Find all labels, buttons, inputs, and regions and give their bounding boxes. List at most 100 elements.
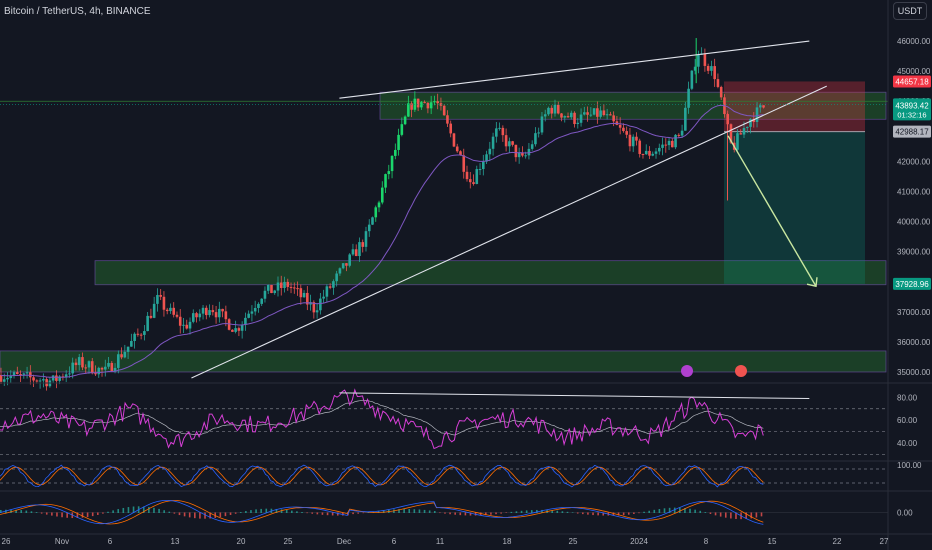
macd-histogram-bar <box>561 511 564 513</box>
candle-body <box>188 321 192 329</box>
candle-body <box>224 311 228 320</box>
macd-histogram-bar <box>704 512 707 513</box>
candle-body <box>589 114 593 116</box>
macd-histogram-bar <box>260 508 262 513</box>
time-tick-label: 18 <box>503 537 512 546</box>
macd-histogram-bar <box>56 512 58 517</box>
candle-body <box>172 307 176 315</box>
macd-histogram-bar <box>679 507 681 513</box>
candle-body <box>182 324 185 326</box>
macd-histogram-bar <box>510 511 513 513</box>
candle-body <box>289 286 293 288</box>
macd-histogram-bar <box>403 509 405 513</box>
candle-body <box>384 174 387 188</box>
candle-body <box>374 207 378 218</box>
macd-histogram-bar <box>423 509 426 513</box>
candle-body <box>407 103 410 117</box>
macd-histogram-bar <box>316 512 319 515</box>
candle-body <box>667 140 671 146</box>
macd-histogram-bar <box>418 509 421 513</box>
candle-body <box>423 102 426 104</box>
candle-body <box>495 128 498 137</box>
macd-histogram-bar <box>194 512 196 519</box>
candle-body <box>42 379 45 381</box>
candle-body <box>191 313 195 322</box>
candle-body <box>465 171 469 180</box>
price-chart[interactable]: 35000.0036000.0037000.0038000.0039000.00… <box>0 0 932 550</box>
entry-badge: 42988.17 <box>893 125 931 138</box>
candle-body <box>690 70 694 89</box>
candle-body <box>442 105 446 116</box>
macd-histogram-bar <box>61 512 63 518</box>
macd-histogram-bar <box>576 512 579 514</box>
candle-body <box>71 362 74 374</box>
candle-body <box>100 367 104 370</box>
candle-body <box>270 284 273 294</box>
macd-histogram-bar <box>633 512 635 514</box>
macd-histogram-bar <box>566 511 569 513</box>
macd-histogram-bar <box>91 512 94 517</box>
macd-histogram-bar <box>51 512 53 516</box>
candle-body <box>641 154 645 156</box>
time-tick-label: 25 <box>569 537 578 546</box>
macd-histogram-bar <box>500 512 502 514</box>
candle-body <box>475 169 479 184</box>
candle-body <box>299 288 303 298</box>
candle-body <box>553 104 557 114</box>
candle-body <box>478 169 482 171</box>
macd-histogram-bar <box>122 507 125 513</box>
candle-body <box>622 127 625 132</box>
macd-histogram-bar <box>199 512 201 519</box>
candle-body <box>517 152 521 158</box>
candle-body <box>436 101 439 104</box>
candle-body <box>97 367 101 375</box>
macd-histogram-bar <box>439 512 441 514</box>
candle-body <box>618 124 622 128</box>
candle-body <box>446 115 449 124</box>
candle-body <box>237 328 241 331</box>
candle-body <box>6 378 9 380</box>
last-price-badge: 43893.4201:32:16 <box>893 98 931 121</box>
candle-body <box>511 141 514 145</box>
macd-histogram-bar <box>454 512 456 515</box>
candle-body <box>433 101 436 103</box>
candle-body <box>162 296 166 310</box>
macd-histogram-bar <box>357 512 359 514</box>
candle-body <box>0 374 3 382</box>
candle-body <box>635 136 638 141</box>
candle-body <box>55 375 58 381</box>
candle-body <box>146 315 149 332</box>
macd-histogram-bar <box>755 512 758 518</box>
price-tick-label: 42000.00 <box>897 157 931 166</box>
countdown-text: 01:32:16 <box>897 110 926 119</box>
support-zone-lower <box>0 350 887 373</box>
candle-body <box>130 341 133 347</box>
macd-histogram-bar <box>245 511 247 513</box>
candle-body <box>208 310 211 316</box>
candle-body <box>648 150 651 156</box>
time-tick-label: 20 <box>237 537 246 546</box>
target-badge-text: 37928.96 <box>895 280 929 289</box>
macd-histogram-bar <box>158 508 160 513</box>
candle-body <box>560 113 563 118</box>
stoch-tick-label: 100.00 <box>897 461 922 470</box>
candle-body <box>504 135 508 147</box>
candle-body <box>74 362 78 366</box>
candle-body <box>286 281 290 287</box>
time-tick-label: 25 <box>284 537 293 546</box>
candle-body <box>94 373 97 375</box>
candle-body <box>198 313 202 318</box>
candle-body <box>361 242 365 247</box>
candle-body <box>390 155 394 172</box>
candle-body <box>449 123 453 134</box>
candle-body <box>302 292 306 298</box>
candle-body <box>671 140 674 148</box>
candle-body <box>136 333 140 335</box>
candle-body <box>429 102 433 109</box>
currency-button[interactable]: USDT <box>893 2 927 20</box>
price-tick-label: 40000.00 <box>897 218 931 227</box>
candle-body <box>481 161 485 170</box>
macd-histogram-bar <box>760 512 763 517</box>
macd-histogram-bar <box>326 512 329 516</box>
candle-body <box>609 114 612 116</box>
